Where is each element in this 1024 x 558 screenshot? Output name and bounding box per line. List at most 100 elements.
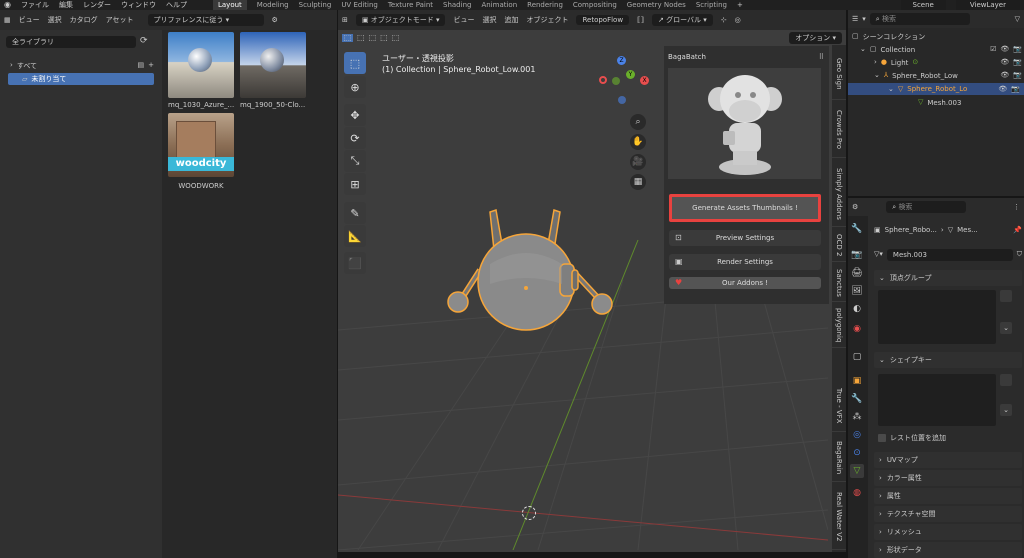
tab-polygoniq[interactable]: polygoniq	[832, 304, 846, 348]
menu-catalog[interactable]: カタログ	[70, 15, 98, 25]
editor-type-icon[interactable]: ⚙	[852, 203, 858, 211]
tab-real-water-v2[interactable]: Real Water V2	[832, 484, 846, 550]
editor-type-icon[interactable]: ▦	[4, 16, 11, 24]
asset-tile[interactable]: mq_1030_Azure_...	[168, 32, 234, 120]
display-mode-icon[interactable]: ▾	[862, 15, 866, 23]
camera-icon[interactable]: 📷	[1011, 85, 1020, 93]
perspective-grid-icon[interactable]: ▦	[630, 174, 646, 190]
chevron-right-icon[interactable]: ›	[10, 62, 13, 69]
fake-user-icon[interactable]: ⛉	[1017, 251, 1022, 258]
object-tab-icon[interactable]: ▣	[850, 374, 864, 388]
relative-checkbox-row[interactable]: レスト位置を追加	[878, 432, 1018, 443]
shape-key-add-btn[interactable]	[1000, 374, 1012, 386]
menu-view[interactable]: ビュー	[453, 15, 474, 25]
pan-hand-icon[interactable]: ✋	[630, 134, 646, 150]
menu-asset[interactable]: アセット	[106, 15, 134, 25]
data-tab-icon[interactable]: ▽	[850, 464, 864, 478]
tab-simply-addons[interactable]: Simply Addons	[832, 161, 846, 227]
editor-type-icon[interactable]: ☰	[852, 15, 858, 23]
filter-icon[interactable]: ⚙	[272, 16, 278, 24]
menu-select[interactable]: 選択	[48, 15, 62, 25]
vertex-group-add-btn[interactable]	[1000, 290, 1012, 302]
tab-shading[interactable]: Shading	[443, 0, 471, 10]
menu-select[interactable]: 選択	[482, 15, 496, 25]
rotate-tool[interactable]: ⟳	[344, 127, 366, 149]
preview-settings-button[interactable]: ⊡ Preview Settings	[669, 230, 821, 246]
asset-tile[interactable]: woodcity WOODWORK	[168, 113, 234, 193]
select-box-tool[interactable]: ⬚	[344, 52, 366, 74]
transform-orientation-dropdown[interactable]: ↗ グローバル ▾	[652, 14, 713, 26]
menu-file[interactable]: ファイル	[21, 0, 49, 10]
vertex-group-menu-btn[interactable]: ⌄	[1000, 322, 1012, 334]
outliner-row-robot[interactable]: ⌄ ⅄ Sphere_Robot_Low 👁 📷	[874, 70, 1022, 81]
uv-maps-section[interactable]: › UVマップ	[874, 452, 1022, 468]
eye-icon[interactable]: 👁	[1000, 46, 1009, 53]
filter-icon[interactable]: ▽	[1015, 15, 1020, 23]
menu-window[interactable]: ウィンドウ	[121, 0, 156, 10]
particles-tab-icon[interactable]: ⁂	[850, 410, 864, 424]
save-catalog-icon[interactable]: ▤	[138, 62, 145, 69]
outliner-row-collection[interactable]: ⌄ ▢ Collection ☑ 👁 📷	[860, 44, 1022, 55]
tab-ocd-2[interactable]: OCD 2	[832, 229, 846, 262]
view-layer-selector[interactable]: ViewLayer	[955, 0, 1020, 10]
outliner-search[interactable]: ⌕ 検索	[869, 13, 970, 25]
viewport-3d[interactable]: ⊞ ▣ オブジェクトモード ▾ ビュー 選択 追加 オブジェクト RetopoF…	[338, 10, 846, 552]
tab-layout[interactable]: Layout	[212, 0, 247, 10]
render-settings-button[interactable]: ▣ Render Settings	[669, 254, 821, 270]
add-workspace-button[interactable]: +	[737, 0, 743, 10]
eye-icon[interactable]: 👁	[1000, 59, 1009, 66]
tab-modeling[interactable]: Modeling	[257, 0, 289, 10]
gizmo-neg-x[interactable]	[599, 76, 607, 84]
camera-icon[interactable]: 📷	[1013, 46, 1022, 53]
import-method-dropdown[interactable]: プリファレンスに従う ▾	[147, 14, 264, 26]
color-attributes-section[interactable]: › カラー属性	[874, 470, 1022, 486]
tab-crowds-pro[interactable]: Crowds Pro	[832, 103, 846, 158]
texture-space-section[interactable]: › テクスチャ空間	[874, 506, 1022, 522]
tab-uv-editing[interactable]: UV Editing	[341, 0, 378, 10]
render-tab-icon[interactable]: 📷	[850, 248, 864, 262]
snap-icon[interactable]: ⊹	[721, 16, 727, 24]
zoom-icon[interactable]: ⌕	[630, 114, 646, 130]
properties-search[interactable]: ⌕ 検索	[886, 201, 967, 213]
tab-scripting[interactable]: Scripting	[696, 0, 727, 10]
options-icon[interactable]: ⋮	[1013, 203, 1020, 211]
our-addons-button[interactable]: ♥ Our Addons !	[669, 277, 821, 289]
shape-key-list[interactable]	[878, 374, 996, 426]
catalog-item-all[interactable]: › すべて ▤ +	[10, 60, 154, 71]
vertex-group-list[interactable]	[878, 290, 996, 344]
vertex-groups-section[interactable]: ⌄ 頂点グループ	[874, 270, 1022, 286]
gizmo-x-axis[interactable]: X	[640, 76, 649, 85]
tab-animation[interactable]: Animation	[481, 0, 517, 10]
outliner-row-light[interactable]: › ● Light ⊙ 👁 📷	[874, 57, 1022, 68]
mesh-name-field[interactable]: Mesh.003	[886, 248, 1013, 261]
outliner-row-mesh[interactable]: ▽ Mesh.003	[918, 97, 1022, 108]
robot-model[interactable]	[430, 192, 630, 342]
scene-selector[interactable]: Scene	[900, 0, 946, 10]
geometry-data-section[interactable]: › 形状データ	[874, 542, 1022, 558]
camera-icon[interactable]: 📷	[1013, 72, 1022, 79]
annotate-tool[interactable]: ✎	[344, 202, 366, 224]
material-tab-icon[interactable]: ◍	[850, 486, 864, 500]
collection-tab-icon[interactable]: ▢	[850, 350, 864, 364]
shape-keys-section[interactable]: ⌄ シェイプキー	[874, 352, 1022, 368]
pin-icon[interactable]: 📌	[1013, 226, 1022, 234]
asset-tile[interactable]: mq_1900_50-Clo...	[240, 32, 306, 120]
outliner-row-robot-selected[interactable]: ⌄ ▽ Sphere_Robot_Lo 👁 📷	[848, 83, 1024, 95]
tab-texture-paint[interactable]: Texture Paint	[388, 0, 433, 10]
relative-checkbox[interactable]	[878, 433, 886, 442]
gizmo-neg-y[interactable]	[612, 77, 620, 85]
checkbox-icon[interactable]: ☑	[990, 46, 996, 53]
catalog-item-unassigned[interactable]: ▱ 未割り当て	[8, 73, 154, 85]
cursor-tool[interactable]: ⊕	[344, 76, 366, 98]
generate-thumbnails-button[interactable]: Generate Assets Thumbnails !	[669, 194, 821, 222]
tab-bagarain[interactable]: BagaRain	[832, 434, 846, 482]
eye-icon[interactable]: 👁	[998, 85, 1007, 93]
move-tool[interactable]: ✥	[344, 104, 366, 126]
transform-tool[interactable]: ⊞	[344, 173, 366, 195]
camera-view-icon[interactable]: 🎥	[630, 154, 646, 170]
retopoflow-menu[interactable]: RetopoFlow	[576, 15, 630, 25]
scene-tab-icon[interactable]: ◐	[850, 302, 864, 316]
eye-icon[interactable]: 👁	[1000, 72, 1009, 79]
gizmo-y-axis[interactable]: Y	[626, 70, 635, 79]
menu-render[interactable]: レンダー	[83, 0, 111, 10]
